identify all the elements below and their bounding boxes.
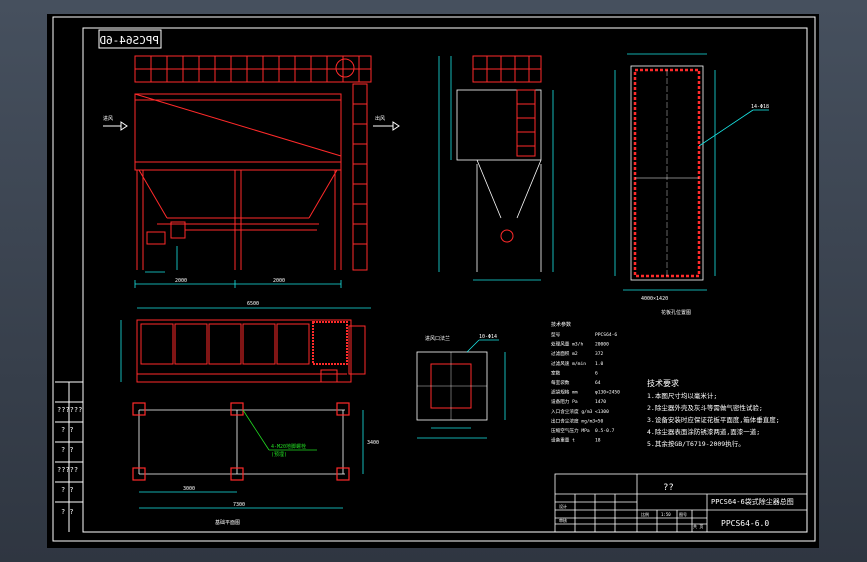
note-line: 1.本图尺寸均以毫米计; (647, 391, 717, 400)
tech-table-label: 室数 (551, 369, 561, 376)
technical-notes: 技术要求 1.本图尺寸均以毫米计; 2.除尘器外壳及灰斗等需做气密性试验; 3.设备… (647, 378, 780, 448)
side-elevation (456, 55, 542, 272)
tech-table-value: 20000 (595, 342, 609, 348)
side-label: ?????? (57, 406, 82, 414)
note-line: 5.其余按GB/T6719-2009执行。 (647, 439, 745, 448)
title-project-line: PPCS64-6袋式除尘器总图 (711, 497, 794, 506)
leader-note-1: 4-M20地脚螺栓 (271, 443, 306, 450)
foundation-plan (132, 402, 364, 509)
title-cell: 审核 (559, 517, 567, 523)
dim-flange-top: 10-Φ14 (479, 334, 497, 340)
cad-drawing[interactable]: PPCS64-6D ?????? ? ? ? ? ????? ? ? ? ? 2… (47, 14, 819, 548)
tech-table-label: 处理风量 m3/h (551, 341, 583, 348)
side-label: ? ? (61, 426, 74, 434)
note-line: 4.除尘器表面涂防锈漆两道,面漆一道; (647, 427, 760, 436)
tech-table-value: <50 (595, 418, 604, 424)
dim-plan-h: 3400 (367, 440, 379, 446)
top-plan-view (136, 319, 366, 383)
tech-table-label: 过滤风速 m/min (551, 360, 586, 367)
tech-table-label: 出口含尘浓度 mg/m3 (551, 417, 595, 424)
leader-note-2: (预埋) (271, 451, 287, 458)
title-cell: 比例 (641, 511, 649, 517)
note-line: 2.除尘器外壳及灰斗等需做气密性试验; (647, 403, 763, 412)
side-label: ????? (57, 466, 78, 474)
dim-plan-2: 7300 (233, 502, 245, 508)
inlet-arrow: 进风 (103, 115, 128, 131)
dim-plan-1: 3000 (183, 486, 195, 492)
tech-table-value: φ130×2450 (595, 390, 620, 396)
tube-sheet-view (614, 53, 769, 291)
side-label: ? ? (61, 508, 74, 516)
tech-table-value: 18 (595, 438, 601, 444)
mirrored-title-box: PPCS64-6D (98, 29, 162, 49)
plan-caption: 基础平面图 (215, 519, 240, 526)
tech-table-value: 1470 (595, 399, 606, 405)
outline-caption: 花板孔位置图 (661, 309, 691, 316)
cad-viewport[interactable]: PPCS64-6D ?????? ? ? ? ? ????? ? ? ? ? 2… (47, 14, 819, 548)
note-line: 3.设备安装时应保证花板平面度,箱体垂直度; (647, 415, 780, 424)
tech-table-value: 0.5-0.7 (595, 428, 615, 434)
tech-table-value: 372 (595, 351, 604, 357)
dim-front-right: 2000 (273, 278, 285, 284)
dim-front-total: 6500 (247, 301, 259, 307)
tech-table-label: 滤袋规格 mm (551, 389, 578, 396)
tech-parameter-table: 技术参数 型号 PPCS64-6 处理风量 m3/h 20000 过滤面积 m2 372 过… (551, 321, 620, 444)
flange-detail (416, 339, 506, 439)
title-drawing-name: ?? (663, 483, 674, 493)
tech-table-value: 64 (595, 380, 601, 386)
side-label: ? ? (61, 446, 74, 454)
tech-table-label: 设备阻力 Pa (551, 398, 578, 405)
tech-table-label: 入口含尘浓度 g/m3 (551, 408, 593, 415)
dim-front-left: 2000 (175, 278, 187, 284)
title-cell: 图号 (679, 511, 687, 517)
outer-frame (52, 16, 816, 542)
tech-table-value: PPCS64-6 (595, 332, 617, 338)
tech-table-label: 每室袋数 (551, 379, 570, 386)
flange-caption: 进风口法兰 (425, 335, 450, 342)
tech-table-header: 技术参数 (551, 321, 571, 328)
side-strip: ?????? ? ? ? ? ????? ? ? ? ? (55, 381, 83, 532)
title-drawing-number: PPCS64-6.0 (721, 519, 769, 528)
notes-title: 技术要求 (647, 378, 679, 388)
title-cell: 共 页 (693, 523, 703, 529)
front-dimensions (134, 246, 342, 288)
mirrored-title-text: PPCS64-6D (99, 34, 159, 47)
top-plan-dims (120, 307, 371, 382)
tech-table-label: 设备重量 t (551, 437, 575, 444)
tech-table-label: 型号 (551, 331, 561, 338)
side-label: ? ? (61, 486, 74, 494)
title-cell: 设计 (559, 503, 567, 509)
outlet-label: 出风 (375, 115, 385, 122)
tech-table-label: 过滤面积 m2 (551, 350, 578, 357)
dim-outline-bottom: 4000×1420 (641, 296, 668, 302)
front-elevation (134, 55, 372, 271)
outlet-arrow: 出风 (373, 115, 400, 131)
tech-table-value: <1300 (595, 409, 609, 415)
title-cell: 1:50 (661, 512, 671, 517)
tech-table-value: 6 (595, 370, 598, 376)
tech-table-value: 1.0 (595, 361, 604, 367)
inlet-label: 进风 (103, 115, 113, 122)
dim-outline-top: 14-Φ18 (751, 104, 769, 110)
tech-table-label: 压缩空气压力 MPa (551, 427, 590, 434)
